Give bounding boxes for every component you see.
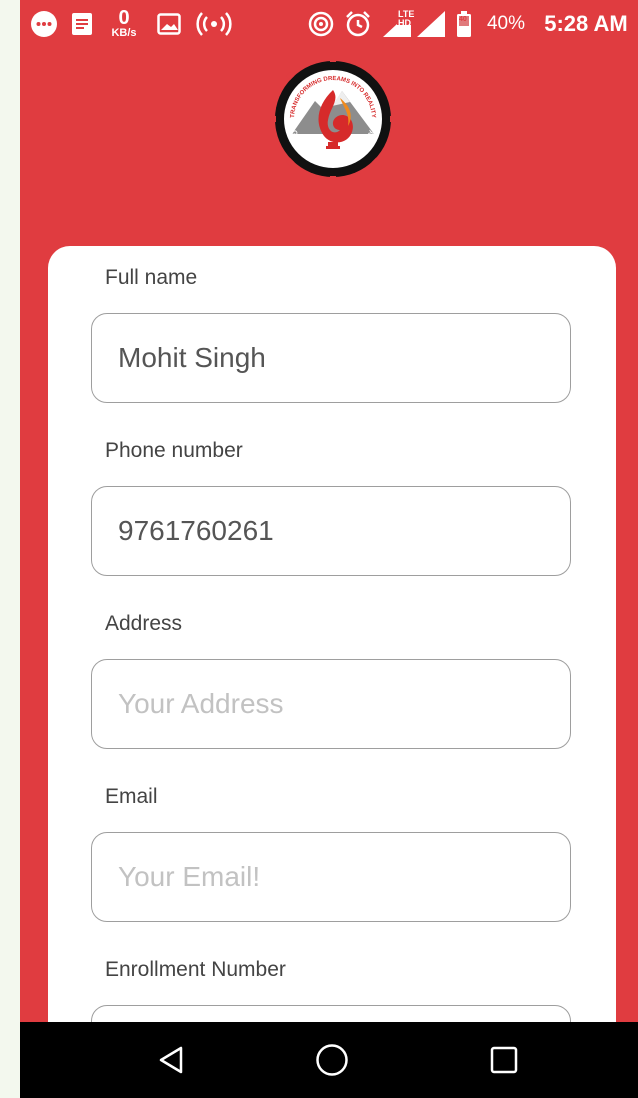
full-name-field[interactable]: Mohit Singh — [91, 313, 571, 403]
location-icon — [306, 0, 336, 48]
battery-percent-text: 40% — [486, 13, 526, 34]
back-button[interactable] — [132, 1022, 212, 1098]
phone-screen: 0 KB/s LTE HD 40 40% 5:28 AM TRANSFORMIN… — [20, 0, 638, 1098]
back-icon — [159, 1046, 183, 1074]
recents-icon — [490, 1046, 518, 1074]
network-type-label: LTE HD — [398, 9, 415, 28]
phone-number-value: 9761760261 — [118, 515, 274, 546]
home-icon — [316, 1044, 348, 1076]
phone-number-label: Phone number — [105, 439, 243, 462]
status-bar: 0 KB/s LTE HD 40 40% 5:28 AM — [20, 0, 638, 48]
email-field[interactable]: Your Email! — [91, 832, 571, 922]
email-placeholder: Your Email! — [118, 861, 261, 892]
enrollment-number-label: Enrollment Number — [105, 958, 286, 981]
hotspot-icon — [192, 0, 236, 48]
navigation-bar — [20, 1022, 638, 1098]
net-speed-indicator: 0 KB/s — [104, 0, 144, 48]
full-name-value: Mohit Singh — [118, 342, 266, 373]
address-field[interactable]: Your Address — [91, 659, 571, 749]
alarm-icon — [342, 0, 374, 48]
image-icon — [154, 0, 184, 48]
home-button[interactable] — [292, 1022, 372, 1098]
address-label: Address — [105, 612, 183, 635]
battery-icon-level: 40 — [459, 16, 467, 23]
net-speed-unit: KB/s — [111, 27, 137, 39]
net-speed-value: 0 — [118, 7, 130, 29]
battery-percent: 40% — [478, 0, 534, 48]
phone-number-field[interactable]: 9761760261 — [91, 486, 571, 576]
signal-icon: LTE HD — [380, 0, 448, 48]
clock-time: 5:28 AM — [544, 11, 628, 36]
notes-icon — [68, 0, 96, 48]
registration-form-card: Full name Mohit Singh Phone number 97617… — [48, 246, 616, 1066]
address-placeholder: Your Address — [118, 688, 284, 719]
university-logo: TRANSFORMING DREAMS INTO REALITY GRAPHIC… — [270, 56, 396, 182]
full-name-label: Full name — [105, 266, 198, 289]
chat-bubble-icon — [28, 0, 60, 48]
clock: 5:28 AM — [536, 0, 636, 48]
battery-icon: 40 — [454, 0, 474, 48]
email-label: Email — [105, 785, 158, 808]
recents-button[interactable] — [464, 1022, 544, 1098]
